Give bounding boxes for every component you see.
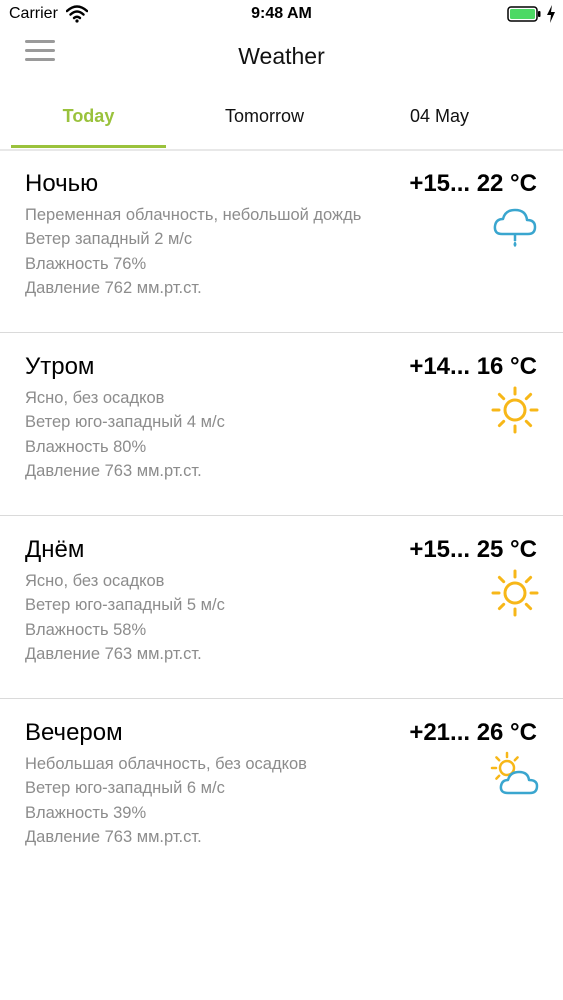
sun-icon [491,386,539,434]
forecast-row-morning: Утром +14... 16 °C Ясно, без осадков Вет… [0,333,563,516]
status-time: 9:48 AM [251,5,312,22]
condition-text: Ясно, без осадков [25,389,165,407]
tab-04-may[interactable]: 04 May [362,106,517,127]
pressure-text: Давление 763 мм.рт.ст. [25,828,202,846]
humidity-text: Влажность 58% [25,621,147,639]
page-title: Weather [238,43,325,69]
charging-icon [547,5,555,23]
humidity-text: Влажность 39% [25,804,147,822]
pressure-text: Давление 763 мм.рт.ст. [25,645,202,663]
wind-text: Ветер юго-западный 5 м/с [25,596,225,614]
temperature-range: +14... 16 °C [409,353,537,380]
condition-text: Ясно, без осадков [25,572,165,590]
status-bar: Carrier 9:48 AM [0,0,563,30]
condition-text: Переменная облачность, небольшой дождь [25,206,362,224]
wind-text: Ветер западный 2 м/с [25,230,193,248]
pressure-text: Давление 763 мм.рт.ст. [25,462,202,480]
period-label: Вечером [25,719,123,746]
temperature-range: +21... 26 °C [409,719,537,746]
forecast-row-evening: Вечером +21... 26 °C Небольшая облачност… [0,699,563,882]
pressure-text: Давление 762 мм.рт.ст. [25,279,202,297]
wind-text: Ветер юго-западный 6 м/с [25,779,225,797]
humidity-text: Влажность 80% [25,438,147,456]
battery-icon [507,6,541,22]
tab-tomorrow[interactable]: Tomorrow [187,106,342,127]
forecast-row-night: Ночью +15... 22 °C Переменная облачность… [0,150,563,333]
day-tabs: Today Tomorrow 04 May [0,92,563,151]
period-label: Утром [25,353,95,380]
active-tab-indicator [11,145,166,148]
period-label: Днём [25,536,85,563]
rain-cloud-icon [493,208,537,247]
forecast-row-day: Днём +15... 25 °C Ясно, без осадков Вете… [0,516,563,699]
condition-text: Небольшая облачность, без осадков [25,755,307,773]
tab-today[interactable]: Today [11,106,166,127]
period-label: Ночью [25,170,99,197]
humidity-text: Влажность 76% [25,255,147,273]
temperature-range: +15... 25 °C [409,536,537,563]
sun-icon [491,569,539,617]
partly-cloudy-icon [490,751,539,795]
wind-text: Ветер юго-западный 4 м/с [25,413,225,431]
temperature-range: +15... 22 °C [409,170,537,197]
